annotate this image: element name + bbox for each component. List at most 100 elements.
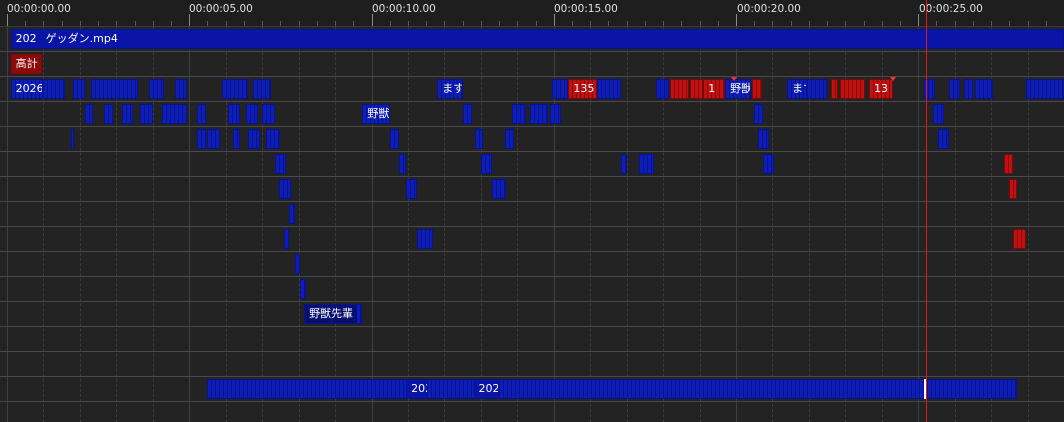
clip[interactable] bbox=[274, 154, 286, 174]
clip[interactable] bbox=[754, 104, 764, 124]
clip[interactable] bbox=[207, 129, 221, 149]
clip[interactable] bbox=[196, 104, 206, 124]
clip[interactable] bbox=[757, 129, 769, 149]
clip[interactable] bbox=[417, 229, 434, 249]
clip[interactable] bbox=[149, 79, 164, 99]
clip[interactable] bbox=[639, 154, 654, 174]
clip[interactable] bbox=[550, 104, 562, 124]
clip[interactable] bbox=[174, 79, 188, 99]
clip[interactable]: 13 bbox=[869, 79, 893, 99]
clip[interactable] bbox=[90, 79, 139, 99]
ruler-minor-tick bbox=[43, 21, 44, 26]
clip[interactable]: 202 bbox=[473, 379, 500, 399]
clip[interactable] bbox=[763, 154, 775, 174]
track-row-track-6[interactable] bbox=[0, 152, 1064, 177]
clip[interactable] bbox=[245, 104, 259, 124]
clip[interactable] bbox=[621, 154, 627, 174]
clip[interactable] bbox=[284, 229, 290, 249]
clip[interactable] bbox=[1009, 179, 1017, 199]
track-row-track-15[interactable]: 202 202 bbox=[0, 377, 1064, 402]
clip[interactable] bbox=[491, 179, 507, 199]
clip[interactable]: 202 bbox=[406, 379, 428, 399]
clip[interactable] bbox=[830, 79, 839, 99]
clip[interactable] bbox=[227, 104, 241, 124]
clip[interactable] bbox=[475, 129, 483, 149]
clip[interactable] bbox=[511, 104, 527, 124]
playhead[interactable] bbox=[926, 0, 927, 422]
track-row-track-12[interactable]: 野獣先輩 bbox=[0, 302, 1064, 327]
clip[interactable] bbox=[839, 79, 866, 99]
clip[interactable] bbox=[196, 129, 206, 149]
clip[interactable] bbox=[253, 79, 272, 99]
clip[interactable]: 高計 bbox=[10, 54, 42, 74]
clip[interactable] bbox=[294, 254, 301, 274]
clip[interactable] bbox=[72, 79, 86, 99]
clip[interactable] bbox=[289, 204, 295, 224]
clip[interactable] bbox=[70, 129, 75, 149]
track-row-track-10[interactable] bbox=[0, 252, 1064, 277]
clip[interactable]: 135 bbox=[568, 79, 598, 99]
clip[interactable] bbox=[1003, 154, 1014, 174]
clip[interactable] bbox=[207, 379, 1017, 399]
clip[interactable] bbox=[222, 79, 248, 99]
clip[interactable] bbox=[690, 79, 704, 99]
clip[interactable] bbox=[247, 129, 261, 149]
track-row-track-14[interactable] bbox=[0, 352, 1064, 377]
clip[interactable]: 202 ゲッダン.mp4 bbox=[10, 29, 1064, 49]
clip[interactable] bbox=[300, 279, 306, 299]
clip[interactable] bbox=[938, 129, 950, 149]
clip[interactable] bbox=[807, 79, 828, 99]
clip[interactable] bbox=[161, 104, 188, 124]
clip[interactable] bbox=[670, 79, 689, 99]
clip[interactable] bbox=[121, 104, 133, 124]
ruler-minor-tick bbox=[936, 21, 937, 26]
clip[interactable]: 1 bbox=[703, 79, 726, 99]
keyframe-marker[interactable] bbox=[889, 77, 896, 81]
clip[interactable] bbox=[504, 129, 514, 149]
clip[interactable]: ます bbox=[787, 79, 808, 99]
clip[interactable] bbox=[462, 104, 472, 124]
clip[interactable] bbox=[85, 104, 93, 124]
time-ruler[interactable]: 00:00:00.00 00:00:05.00 00:00:10.00 00:0… bbox=[0, 0, 1064, 27]
clip[interactable] bbox=[1025, 79, 1064, 99]
timeline-panel[interactable]: 00:00:00.00 00:00:05.00 00:00:10.00 00:0… bbox=[0, 0, 1064, 422]
clip[interactable] bbox=[43, 79, 66, 99]
clip[interactable] bbox=[389, 129, 399, 149]
track-area[interactable]: 202ゲッダン.mp4高計20260ます1351野獣ます13野獣野獣先輩2022… bbox=[0, 27, 1064, 422]
clip[interactable] bbox=[963, 79, 973, 99]
clip[interactable] bbox=[265, 129, 281, 149]
clip[interactable] bbox=[655, 79, 669, 99]
clip[interactable] bbox=[932, 104, 944, 124]
clip[interactable] bbox=[752, 79, 762, 99]
clip[interactable] bbox=[480, 154, 492, 174]
clip[interactable] bbox=[103, 104, 113, 124]
track-row-track-5[interactable] bbox=[0, 127, 1064, 152]
track-row-track-7[interactable] bbox=[0, 177, 1064, 202]
track-row-track-3[interactable]: 20260 ます 135 1 野獣 ます 13 bbox=[0, 77, 1064, 102]
clip[interactable] bbox=[949, 79, 961, 99]
clip[interactable] bbox=[406, 179, 418, 199]
clip[interactable] bbox=[530, 104, 549, 124]
track-row-track-9[interactable] bbox=[0, 227, 1064, 252]
track-row-track-11[interactable] bbox=[0, 277, 1064, 302]
clip[interactable] bbox=[551, 79, 569, 99]
keyframe-marker[interactable] bbox=[731, 77, 738, 81]
clip[interactable] bbox=[140, 104, 153, 124]
track-row-video[interactable]: 202 ゲッダン.mp4 bbox=[0, 27, 1064, 52]
clip[interactable] bbox=[1013, 229, 1026, 249]
track-row-track-4[interactable]: 野獣 bbox=[0, 102, 1064, 127]
clip[interactable]: 野獣先輩 bbox=[304, 304, 363, 324]
track-row-track-13[interactable] bbox=[0, 327, 1064, 352]
clip[interactable]: ます bbox=[437, 79, 463, 99]
clip[interactable] bbox=[974, 79, 993, 99]
clip[interactable] bbox=[262, 104, 275, 124]
clip[interactable]: 野獣 bbox=[362, 104, 390, 124]
clip[interactable] bbox=[398, 154, 407, 174]
clip[interactable] bbox=[597, 79, 622, 99]
track-row-track-8[interactable] bbox=[0, 202, 1064, 227]
clip[interactable]: 20260 bbox=[10, 79, 44, 99]
clip[interactable]: 野獣 bbox=[725, 79, 751, 99]
clip[interactable] bbox=[232, 129, 241, 149]
track-row-red-header[interactable]: 高計 bbox=[0, 52, 1064, 77]
clip[interactable] bbox=[278, 179, 292, 199]
